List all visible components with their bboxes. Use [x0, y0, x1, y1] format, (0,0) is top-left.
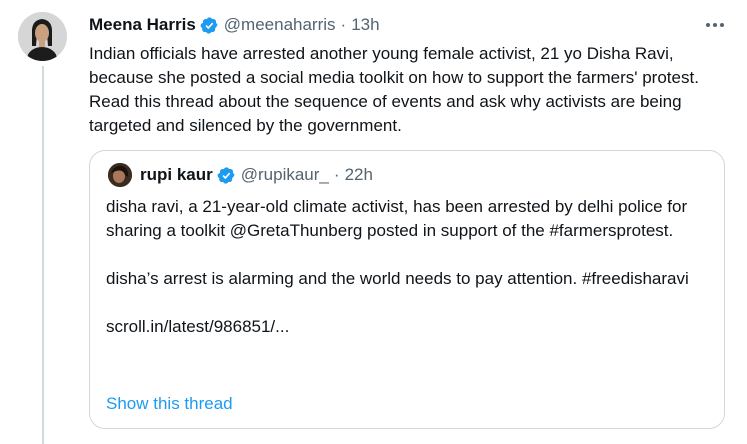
more-options-icon[interactable]: [700, 12, 730, 38]
quote-header-separator: ·: [333, 165, 340, 184]
quote-author-handle: @rupikaur_: [240, 165, 329, 184]
author-avatar[interactable]: [18, 12, 67, 61]
author-name[interactable]: Meena Harris: [89, 15, 196, 35]
header-separator: ·: [340, 15, 347, 34]
thread-line: [42, 66, 44, 444]
author-handle[interactable]: @meenaharris: [224, 15, 336, 35]
quote-paragraph-1: disha ravi, a 21-year-old climate activi…: [106, 197, 688, 240]
quote-text: disha ravi, a 21-year-old climate activi…: [106, 195, 716, 339]
tweet-text: Indian officials have arrested another y…: [89, 44, 699, 135]
quote-link: scroll.in/latest/986851/...: [106, 317, 290, 336]
quote-header: rupi kaur @rupikaur_ · 22h: [140, 163, 373, 187]
verified-badge-icon: [200, 16, 218, 34]
show-thread-link[interactable]: Show this thread: [106, 392, 233, 416]
tweet-header: Meena Harris @meenaharris · 13h: [89, 12, 380, 38]
quote-paragraph-2: disha’s arrest is alarming and the world…: [106, 269, 689, 288]
quote-author-name: rupi kaur: [140, 165, 213, 184]
quote-author-avatar: [108, 163, 132, 187]
quoted-tweet[interactable]: rupi kaur @rupikaur_ · 22h disha ravi, a…: [89, 150, 725, 429]
verified-badge-icon: [217, 166, 235, 184]
quote-time: 22h: [344, 165, 373, 184]
tweet[interactable]: Meena Harris @meenaharris · 13h Indian o…: [0, 0, 747, 444]
tweet-time[interactable]: 13h: [351, 15, 379, 35]
